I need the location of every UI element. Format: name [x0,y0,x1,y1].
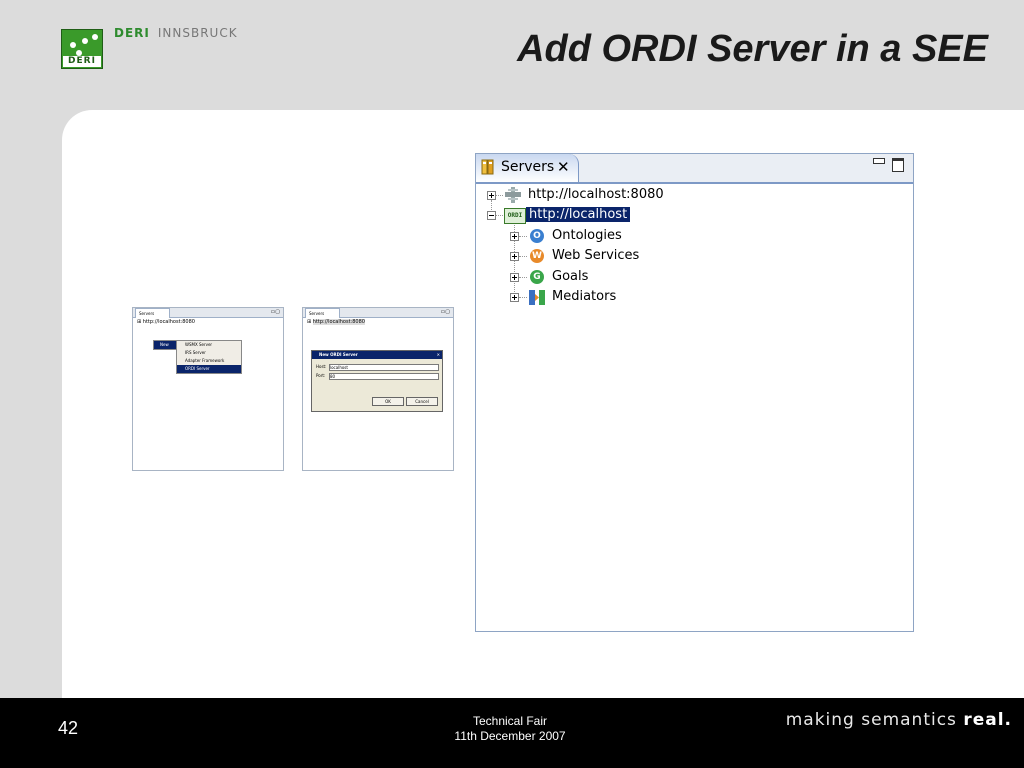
tree-node-label: Web Services [552,248,640,263]
tree-connector [496,195,503,196]
tree-node-label: Ontologies [552,228,622,243]
new-submenu: WSMX Server IRS Server Adapter Framework… [176,340,242,374]
mediator-icon [529,290,545,305]
server-icon [505,187,521,203]
thumbnail-server-item: ⊞ http://localhost:8080 [307,319,365,325]
deri-logo: DERI [61,29,103,69]
menu-item-irs-server[interactable]: IRS Server [177,349,241,357]
collapse-icon[interactable] [487,211,496,220]
thumbnail-tab: Servers [305,308,340,318]
servers-icon [481,159,494,175]
close-icon[interactable]: ✕ [557,158,570,176]
expand-icon[interactable] [510,232,519,241]
expand-icon: ⊞ [307,319,312,325]
expand-icon[interactable] [510,252,519,261]
tree-node-label: Mediators [552,289,617,304]
dialog-title-text: New ORDI Server [319,352,358,357]
expand-icon: ⊞ [137,319,142,325]
logo-dot [82,38,88,44]
thumbnail-tabbar: Servers ▭▢ [133,308,283,318]
thumbnail-server-label: http://localhost:8080 [142,319,195,325]
logo-wordmark: DERI [63,56,101,67]
slide-title: Add ORDI Server in a SEE [517,28,988,70]
menu-item-wsmx-server[interactable]: WSMX Server [177,341,241,349]
menu-item-adapter-framework[interactable]: Adapter Framework [177,357,241,365]
servers-tree: http://localhost:8080 ORDI http://localh… [476,182,913,631]
cancel-button[interactable]: Cancel [406,397,438,406]
logo-dot [70,42,76,48]
tree-connector [496,215,503,216]
thumbnail-server-item: ⊞ http://localhost:8080 [137,319,195,325]
tree-connector [519,236,527,237]
expand-icon[interactable] [487,191,496,200]
ordi-server-icon: ORDI [504,208,526,224]
close-icon[interactable]: ✕ [437,351,440,359]
tree-node-label-selected: http://localhost [526,207,631,222]
maximize-icon[interactable] [892,158,904,172]
window-controls-icon: ▭▢ [270,309,280,315]
expand-icon[interactable] [510,293,519,302]
dialog-title: New ORDI Server ✕ [312,351,442,359]
servers-view: Servers ✕ http://localhost:8080 ORDI htt… [475,153,914,632]
footer-bar: 42 Technical Fair 11th December 2007 mak… [0,698,1024,768]
minimize-icon[interactable] [873,158,885,164]
menu-item-ordi-server[interactable]: ORDI Server [177,365,241,373]
event-date: 11th December 2007 [454,729,566,743]
port-label: Port: [316,373,326,378]
tagline-emphasis: real. [963,710,1012,730]
expand-icon[interactable] [510,273,519,282]
ok-button[interactable]: OK [372,397,404,406]
tree-connector [519,297,527,298]
org-name: DERI INNSBRUCK [114,26,238,40]
event-name: Technical Fair [472,714,548,728]
tagline: making semantics real. [786,710,1012,730]
host-label: Host: [316,364,327,369]
page-number: 42 [58,718,79,738]
tab-servers-label: Servers [501,159,555,175]
menu-item-new[interactable]: New [154,341,178,349]
port-field[interactable]: 80 [329,373,439,380]
tab-servers[interactable]: Servers ✕ [476,154,579,182]
goal-icon: G [530,270,544,284]
tree-connector [519,256,527,257]
thumbnail-new-menu: Servers ▭▢ ⊞ http://localhost:8080 New W… [132,307,284,471]
thumbnail-server-label: http://localhost:8080 [312,319,365,325]
org-primary: DERI [114,26,150,40]
footer-event: Technical Fair 11th December 2007 [380,714,640,744]
window-controls-icon: ▭▢ [440,309,450,315]
host-field[interactable]: localhost [329,364,439,371]
tree-node-label: Goals [552,269,589,284]
tagline-text: making semantics [785,710,964,730]
org-secondary: INNSBRUCK [157,26,238,40]
ontology-icon: O [530,229,544,243]
new-ordi-dialog: New ORDI Server ✕ Host: localhost Port: … [311,350,443,412]
logo-dot [92,34,98,40]
thumbnail-new-ordi-dialog: Servers ▭▢ ⊞ http://localhost:8080 New O… [302,307,454,471]
tree-connector [519,277,527,278]
tree-node-label: http://localhost:8080 [528,187,664,202]
thumbnail-tabbar: Servers ▭▢ [303,308,453,318]
web-service-icon: W [530,249,544,263]
thumbnail-tab: Servers [135,308,170,318]
servers-tabbar: Servers ✕ [476,154,913,184]
